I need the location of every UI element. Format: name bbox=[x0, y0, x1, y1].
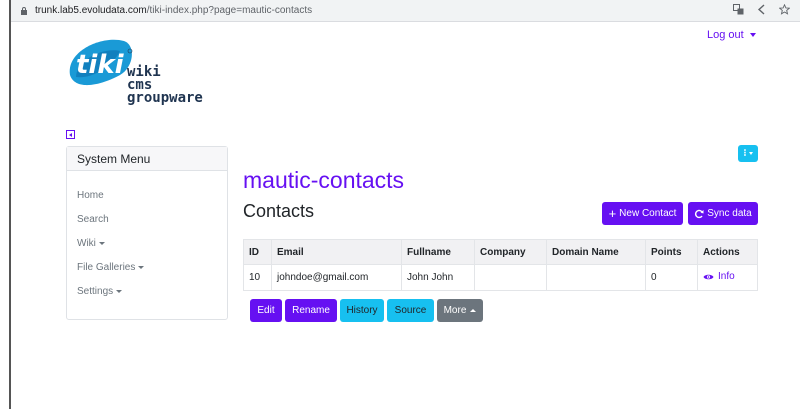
system-menu-title: System Menu bbox=[67, 147, 227, 171]
eye-icon bbox=[703, 274, 714, 279]
translate-icon[interactable] bbox=[733, 4, 744, 18]
rename-label: Rename bbox=[292, 305, 330, 316]
kebab-menu-icon: ⁝ bbox=[743, 148, 747, 159]
logo-text: wiki cms groupware bbox=[127, 65, 203, 106]
source-label: Source bbox=[394, 305, 427, 316]
url-host: trunk.lab5.evoludata.com bbox=[35, 5, 147, 16]
plus-icon: + bbox=[608, 205, 617, 221]
logo-line-groupware: groupware bbox=[127, 90, 203, 106]
rename-button[interactable]: Rename bbox=[285, 299, 337, 322]
system-menu: System Menu Home Search Wiki File Galler… bbox=[66, 146, 228, 320]
sidebar-item-label: Settings bbox=[77, 286, 114, 297]
chevron-down-icon bbox=[98, 241, 105, 245]
column-header-points: Points bbox=[645, 239, 698, 265]
new-contact-label: New Contact bbox=[619, 208, 677, 219]
edit-button[interactable]: Edit bbox=[250, 299, 282, 322]
chevron-down-icon bbox=[748, 152, 753, 155]
star-icon[interactable] bbox=[778, 3, 791, 18]
cell-company bbox=[474, 264, 547, 291]
cell-points: 0 bbox=[645, 264, 698, 291]
sidebar-item-settings[interactable]: Settings bbox=[67, 280, 227, 304]
sidebar-item-file-galleries[interactable]: File Galleries bbox=[67, 256, 227, 280]
sidebar-item-home[interactable]: Home bbox=[67, 184, 227, 208]
logout-menu[interactable]: Log out bbox=[707, 29, 756, 41]
logo-badge-text: tiki bbox=[76, 50, 125, 80]
cell-domain bbox=[546, 264, 646, 291]
contacts-table: ID Email Fullname Company Domain Name Po… bbox=[243, 239, 758, 291]
address-bar[interactable]: trunk.lab5.evoludata.com/tiki-index.php?… bbox=[11, 0, 800, 22]
chevron-up-icon bbox=[470, 309, 477, 312]
chevron-down-icon bbox=[749, 33, 756, 38]
table-header-row: ID Email Fullname Company Domain Name Po… bbox=[243, 239, 758, 265]
edit-label: Edit bbox=[257, 305, 275, 316]
column-header-domain-name: Domain Name bbox=[546, 239, 646, 265]
history-button[interactable]: History bbox=[340, 299, 384, 322]
new-contact-button[interactable]: + New Contact bbox=[602, 202, 683, 225]
logout-label: Log out bbox=[707, 29, 744, 41]
url-path: /tiki-index.php?page=mautic-contacts bbox=[146, 5, 313, 16]
sidebar-item-label: Search bbox=[77, 214, 109, 225]
cell-email: johndoe@gmail.com bbox=[271, 264, 402, 291]
table-row: 10 johndoe@gmail.com John John 0 Info bbox=[243, 264, 758, 291]
column-header-email: Email bbox=[271, 239, 402, 265]
contacts-heading: Contacts bbox=[243, 201, 315, 221]
page-tools-button[interactable]: ⁝ bbox=[738, 145, 758, 162]
sidebar-item-label: File Galleries bbox=[77, 262, 136, 273]
source-button[interactable]: Source bbox=[387, 299, 434, 322]
sync-data-button[interactable]: Sync data bbox=[688, 202, 758, 225]
page-title: mautic-contacts bbox=[243, 167, 405, 193]
sync-icon bbox=[695, 209, 704, 218]
share-icon[interactable] bbox=[756, 4, 767, 18]
url-text: trunk.lab5.evoludata.com/tiki-index.php?… bbox=[35, 5, 312, 16]
info-link[interactable]: Info bbox=[703, 271, 735, 282]
more-button[interactable]: More bbox=[437, 299, 483, 322]
column-header-fullname: Fullname bbox=[401, 239, 475, 265]
cell-actions: Info bbox=[697, 264, 758, 291]
column-header-id: ID bbox=[243, 239, 272, 265]
chevron-down-icon bbox=[116, 289, 123, 293]
sync-data-label: Sync data bbox=[707, 208, 752, 219]
info-label: Info bbox=[718, 271, 735, 283]
history-label: History bbox=[346, 305, 378, 316]
sidebar-item-wiki[interactable]: Wiki bbox=[67, 232, 227, 256]
chevron-down-icon bbox=[138, 265, 145, 269]
collapse-sidebar-icon[interactable] bbox=[66, 130, 75, 139]
sidebar-item-label: Home bbox=[77, 190, 104, 201]
lock-icon bbox=[21, 6, 27, 15]
column-header-actions: Actions bbox=[697, 239, 758, 265]
more-label: More bbox=[443, 305, 467, 316]
cell-fullname: John John bbox=[401, 264, 475, 291]
sidebar-item-search[interactable]: Search bbox=[67, 208, 227, 232]
column-header-company: Company bbox=[474, 239, 547, 265]
window-edge bbox=[0, 0, 11, 409]
cell-id: 10 bbox=[243, 264, 272, 291]
sidebar-item-label: Wiki bbox=[77, 238, 96, 249]
